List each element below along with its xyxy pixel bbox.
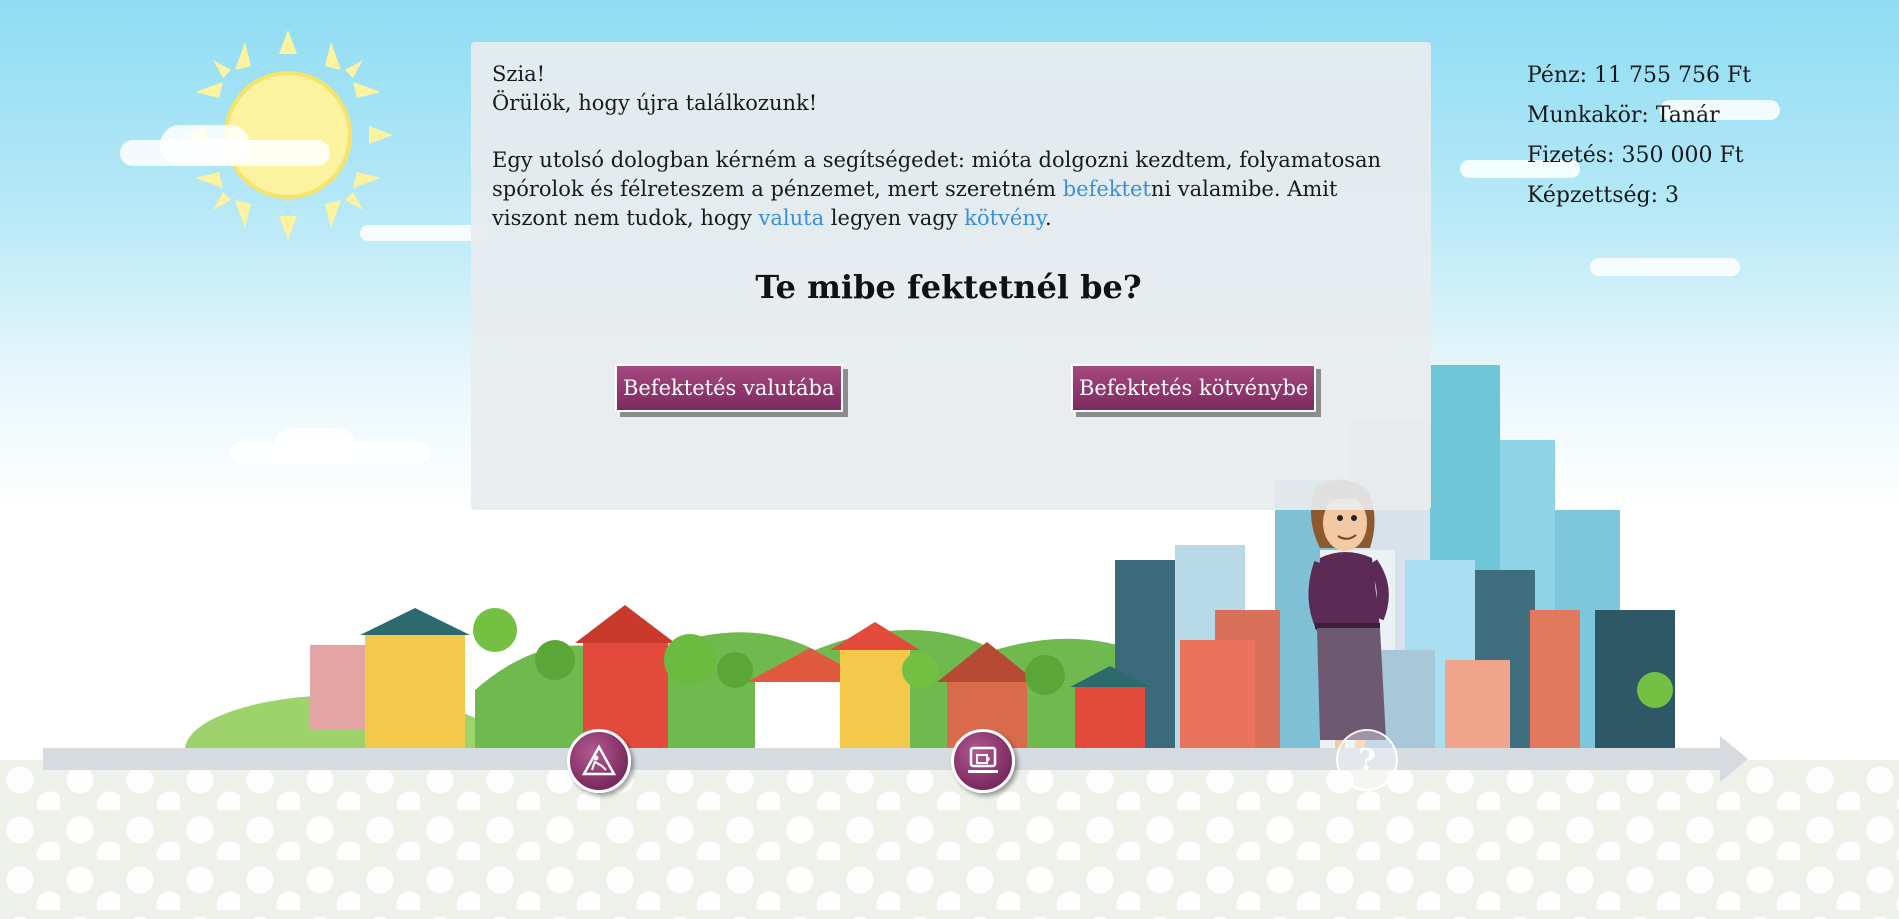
construction-worker-icon [582,744,616,776]
invest-currency-button[interactable]: Befektetés valutába [615,364,843,412]
ground-pattern [0,760,1899,919]
term-bond-link[interactable]: kötvény [964,206,1045,230]
dialog-greeting: Szia! [492,62,546,86]
dialog-body-text: legyen vagy [824,206,965,230]
invest-bond-button[interactable]: Befektetés kötvénybe [1071,364,1317,412]
money-stat: Pénz: 11 755 756 Ft [1527,63,1752,88]
cloud [1590,258,1740,276]
dialog-body-text: . [1044,206,1052,230]
dialog-panel: Szia! Örülök, hogy újra találkozunk! Egy… [471,42,1431,510]
milestone-construction[interactable] [567,729,631,793]
player-stats: Pénz: 11 755 756 Ft Munkakör: Tanár Fize… [1527,56,1751,216]
term-currency-link[interactable]: valuta [759,206,825,230]
milestone-upcoming[interactable]: ? [1336,729,1398,791]
timeline-track [43,748,1736,770]
dialog-question: Te mibe fektetnél be? [755,268,1142,306]
teacher-character [1308,479,1389,762]
milestone-break[interactable] [951,729,1015,793]
dialog-subgreeting: Örülök, hogy újra találkozunk! [492,91,818,115]
dialog-body: Egy utolsó dologban kérném a segítségede… [492,146,1405,233]
cloud [160,125,250,165]
timeline-arrowhead [1720,736,1748,782]
question-mark-icon: ? [1358,742,1376,778]
coffee-laptop-icon [968,746,998,773]
term-invest-link[interactable]: befektet [1063,177,1151,201]
salary-stat: Fizetés: 350 000 Ft [1527,143,1744,168]
education-stat: Képzettség: 3 [1527,183,1680,208]
job-stat: Munkakör: Tanár [1527,103,1720,128]
